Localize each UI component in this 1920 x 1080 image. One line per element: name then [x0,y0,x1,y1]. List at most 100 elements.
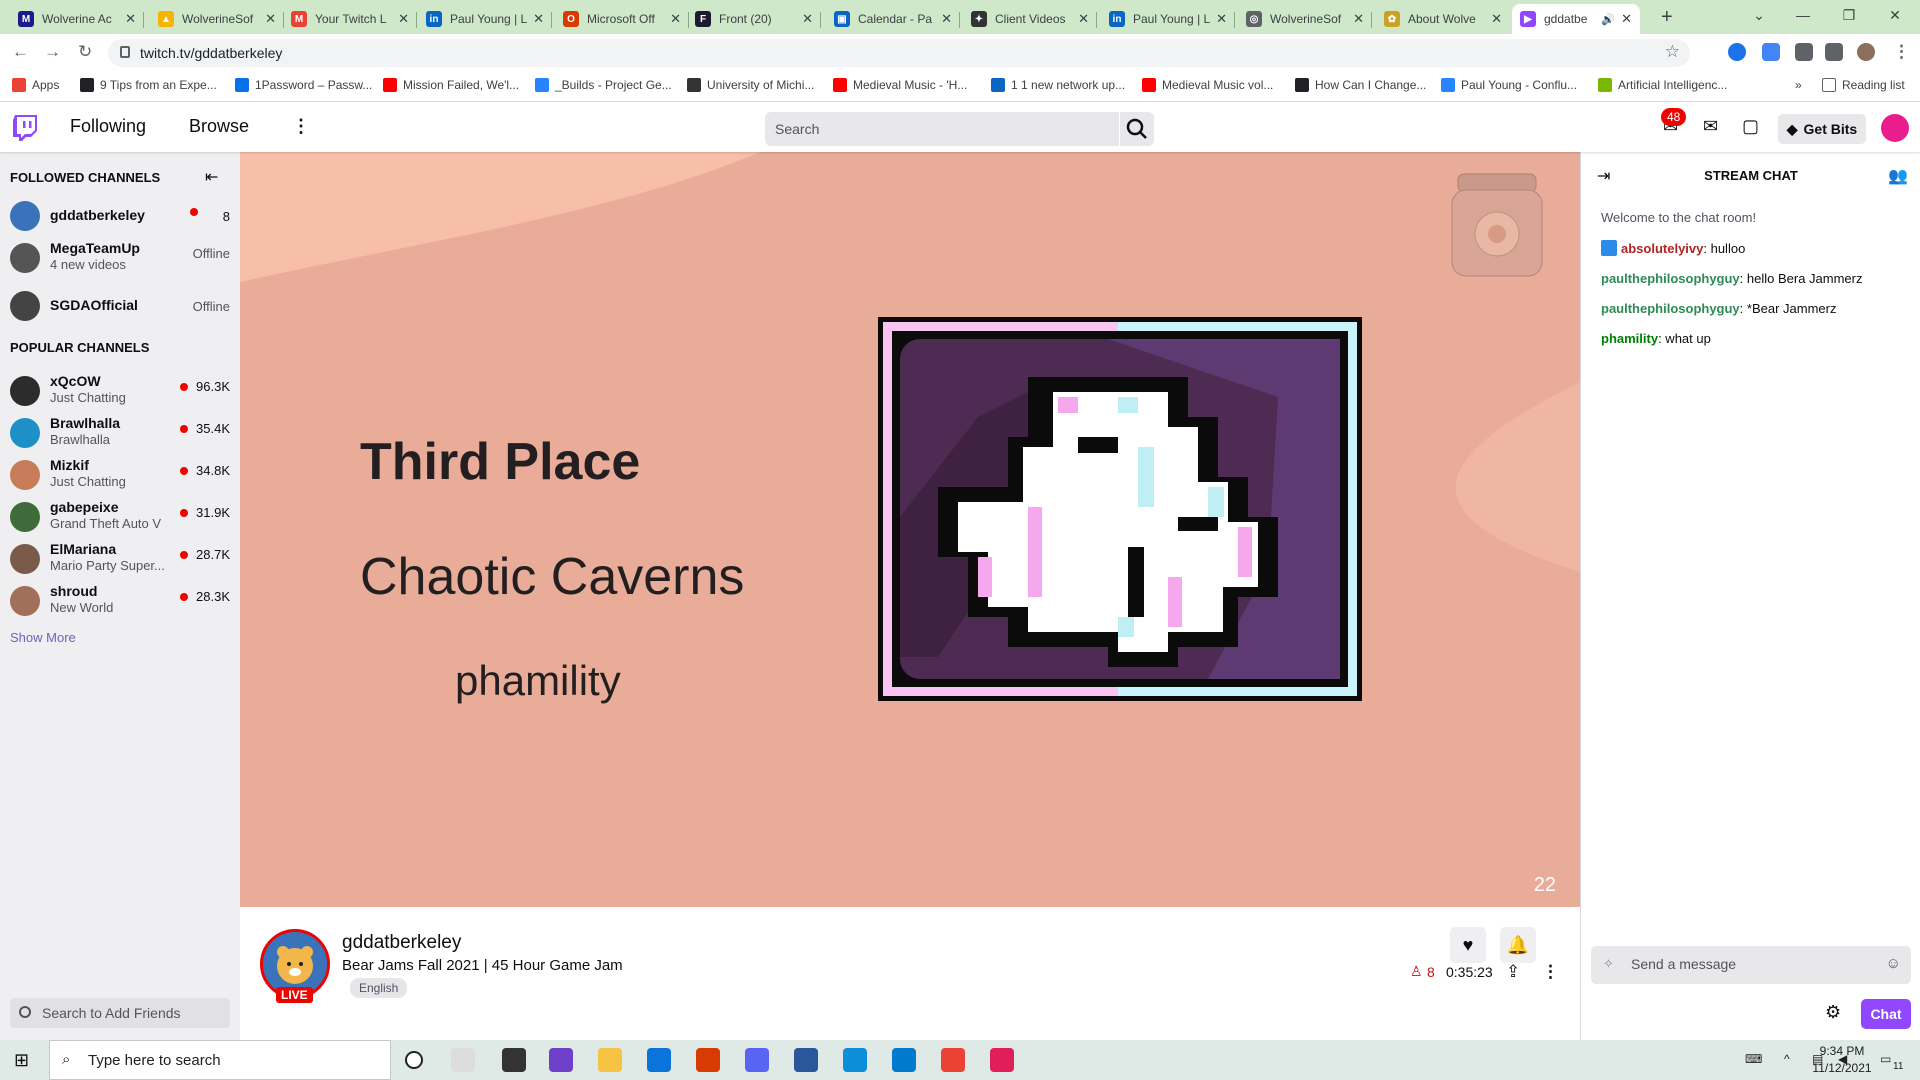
search-friends-input[interactable]: Search to Add Friends [10,998,230,1028]
sidebar-channel[interactable]: xQcOW Just Chatting 96.3K [0,371,240,413]
close-tab-icon[interactable]: ✕ [941,11,952,27]
bookmark-item[interactable]: Mission Failed, We'l... [383,78,519,92]
reading-list-button[interactable]: Reading list [1822,78,1905,92]
follow-button[interactable]: ♥ [1450,927,1486,963]
task-view-icon[interactable] [451,1048,475,1072]
sidebar-channel[interactable]: ElMariana Mario Party Super... 28.7K [0,539,240,581]
extension-icon[interactable] [1762,43,1780,61]
bookmark-item[interactable]: Paul Young - Conflu... [1441,78,1577,92]
bookmarks-overflow-icon[interactable]: » [1795,78,1802,92]
close-tab-icon[interactable]: ✕ [125,11,136,27]
browser-tab[interactable]: in Paul Young | L ✕ [418,4,552,34]
sidebar-channel[interactable]: shroud New World 28.3K [0,581,240,623]
chat-settings-icon[interactable]: ⚙ [1825,1002,1841,1023]
close-tab-icon[interactable]: ✕ [670,11,681,27]
windows-start-icon[interactable]: ⊞ [14,1050,29,1071]
chat-username[interactable]: paulthephilosophyguy [1601,271,1740,286]
more-options-icon[interactable]: ⋮ [1542,962,1559,982]
bookmark-item[interactable]: 1Password – Passw... [235,78,372,92]
cortana-icon[interactable] [405,1051,423,1069]
channel-name[interactable]: gddatberkeley [342,932,461,954]
close-tab-icon[interactable]: ✕ [533,11,544,27]
extension-icon[interactable] [1728,43,1746,61]
chat-bubble-icon[interactable]: ▢ [1742,116,1759,137]
chat-username[interactable]: absolutelyivy [1621,241,1703,256]
sidebar-channel[interactable]: Brawlhalla Brawlhalla 35.4K [0,413,240,455]
notifications-button[interactable]: 🔔 [1500,927,1536,963]
close-window-button[interactable]: ✕ [1872,0,1918,30]
discord-icon[interactable] [745,1048,769,1072]
bookmark-item[interactable]: Medieval Music - 'H... [833,78,967,92]
taskbar-search-input[interactable]: ⌕ Type here to search [49,1040,391,1080]
send-chat-button[interactable]: Chat [1861,999,1911,1029]
github-desktop-icon[interactable] [549,1048,573,1072]
audio-icon[interactable]: 🔊 [1601,13,1615,26]
browser-tab[interactable]: in Paul Young | L ✕ [1101,4,1235,34]
profile-avatar[interactable] [1857,43,1875,61]
maximize-button[interactable]: ❐ [1826,0,1872,30]
browse-link[interactable]: Browse [189,116,249,137]
bookmark-item[interactable]: University of Michi... [687,78,814,92]
mail-icon[interactable] [647,1048,671,1072]
community-icon[interactable]: 👥 [1888,166,1908,186]
bookmark-item[interactable]: Medieval Music vol... [1142,78,1273,92]
browser-tab[interactable]: ✿ About Wolve ✕ [1376,4,1510,34]
reading-list-icon[interactable] [1825,43,1843,61]
reload-icon[interactable]: ↻ [78,42,92,62]
chrome-icon[interactable] [941,1048,965,1072]
back-icon[interactable]: ← [12,42,29,62]
close-tab-icon[interactable]: ✕ [1353,11,1364,27]
browser-tab[interactable]: ▣ Calendar - Pa ✕ [826,4,960,34]
language-tag[interactable]: English [350,978,408,998]
close-tab-icon[interactable]: ✕ [1491,11,1502,27]
browser-tab[interactable]: ▶ gddatbe 🔊 ✕ [1512,4,1640,34]
close-tab-icon[interactable]: ✕ [1078,11,1089,27]
sidebar-channel[interactable]: SGDAOfficial Offline [0,286,240,328]
sidebar-channel[interactable]: gddatberkeley 8 [0,196,240,238]
browser-tab[interactable]: F Front (20) ✕ [687,4,821,34]
close-tab-icon[interactable]: ✕ [802,11,813,27]
bookmark-item[interactable]: 1 1 new network up... [991,78,1125,92]
browser-tab[interactable]: ✦ Client Videos ✕ [963,4,1097,34]
vscode-icon[interactable] [892,1048,916,1072]
new-tab-button[interactable]: + [1661,6,1673,29]
sidebar-channel[interactable]: MegaTeamUp 4 new videos Offline [0,238,240,280]
forward-icon[interactable]: → [44,42,61,62]
bookmark-item[interactable]: 9 Tips from an Expe... [80,78,217,92]
edge-icon[interactable] [843,1048,867,1072]
chat-username[interactable]: paulthephilosophyguy [1601,301,1740,316]
chat-message-input[interactable]: ✧ Send a message ☺ [1591,946,1911,984]
store-icon[interactable] [502,1048,526,1072]
share-icon[interactable]: ⇪ [1506,962,1520,982]
tab-search-icon[interactable]: ⌄ [1736,0,1782,30]
url-field[interactable]: twitch.tv/gddatberkeley ☆ [108,39,1690,67]
get-bits-button[interactable]: ◆ Get Bits [1778,114,1866,144]
more-menu-icon[interactable]: ⋮ [292,116,310,137]
minimize-button[interactable]: — [1780,0,1826,30]
show-more-link[interactable]: Show More [10,630,76,645]
browser-menu-icon[interactable]: ⋮ [1893,42,1910,62]
sidebar-channel[interactable]: gabepeixe Grand Theft Auto V 31.9K [0,497,240,539]
keyboard-icon[interactable]: ⌨ [1745,1052,1762,1066]
browser-tab[interactable]: ◎ WolverineSof ✕ [1238,4,1372,34]
browser-tab[interactable]: O Microsoft Off ✕ [555,4,689,34]
notification-center-icon[interactable]: ▭ [1880,1052,1891,1066]
word-icon[interactable] [794,1048,818,1072]
search-button[interactable] [1120,112,1154,146]
collapse-sidebar-icon[interactable]: ⇤ [205,167,218,187]
close-tab-icon[interactable]: ✕ [1621,11,1632,27]
video-player[interactable]: Third Place Chaotic Caverns phamility 22 [240,152,1580,907]
close-tab-icon[interactable]: ✕ [265,11,276,27]
emote-icon[interactable]: ☺ [1886,955,1901,972]
search-input[interactable]: Search [765,112,1119,146]
bookmark-star-icon[interactable]: ☆ [1665,42,1680,62]
puzzle-icon[interactable] [1795,43,1813,61]
twitch-logo-icon[interactable] [13,115,37,141]
browser-tab[interactable]: M Wolverine Ac ✕ [10,4,144,34]
following-link[interactable]: Following [70,116,146,137]
bookmark-item[interactable]: How Can I Change... [1295,78,1426,92]
close-tab-icon[interactable]: ✕ [398,11,409,27]
browser-tab[interactable]: ▲ WolverineSof ✕ [150,4,284,34]
browser-tab[interactable]: M Your Twitch L ✕ [283,4,417,34]
close-tab-icon[interactable]: ✕ [1216,11,1227,27]
